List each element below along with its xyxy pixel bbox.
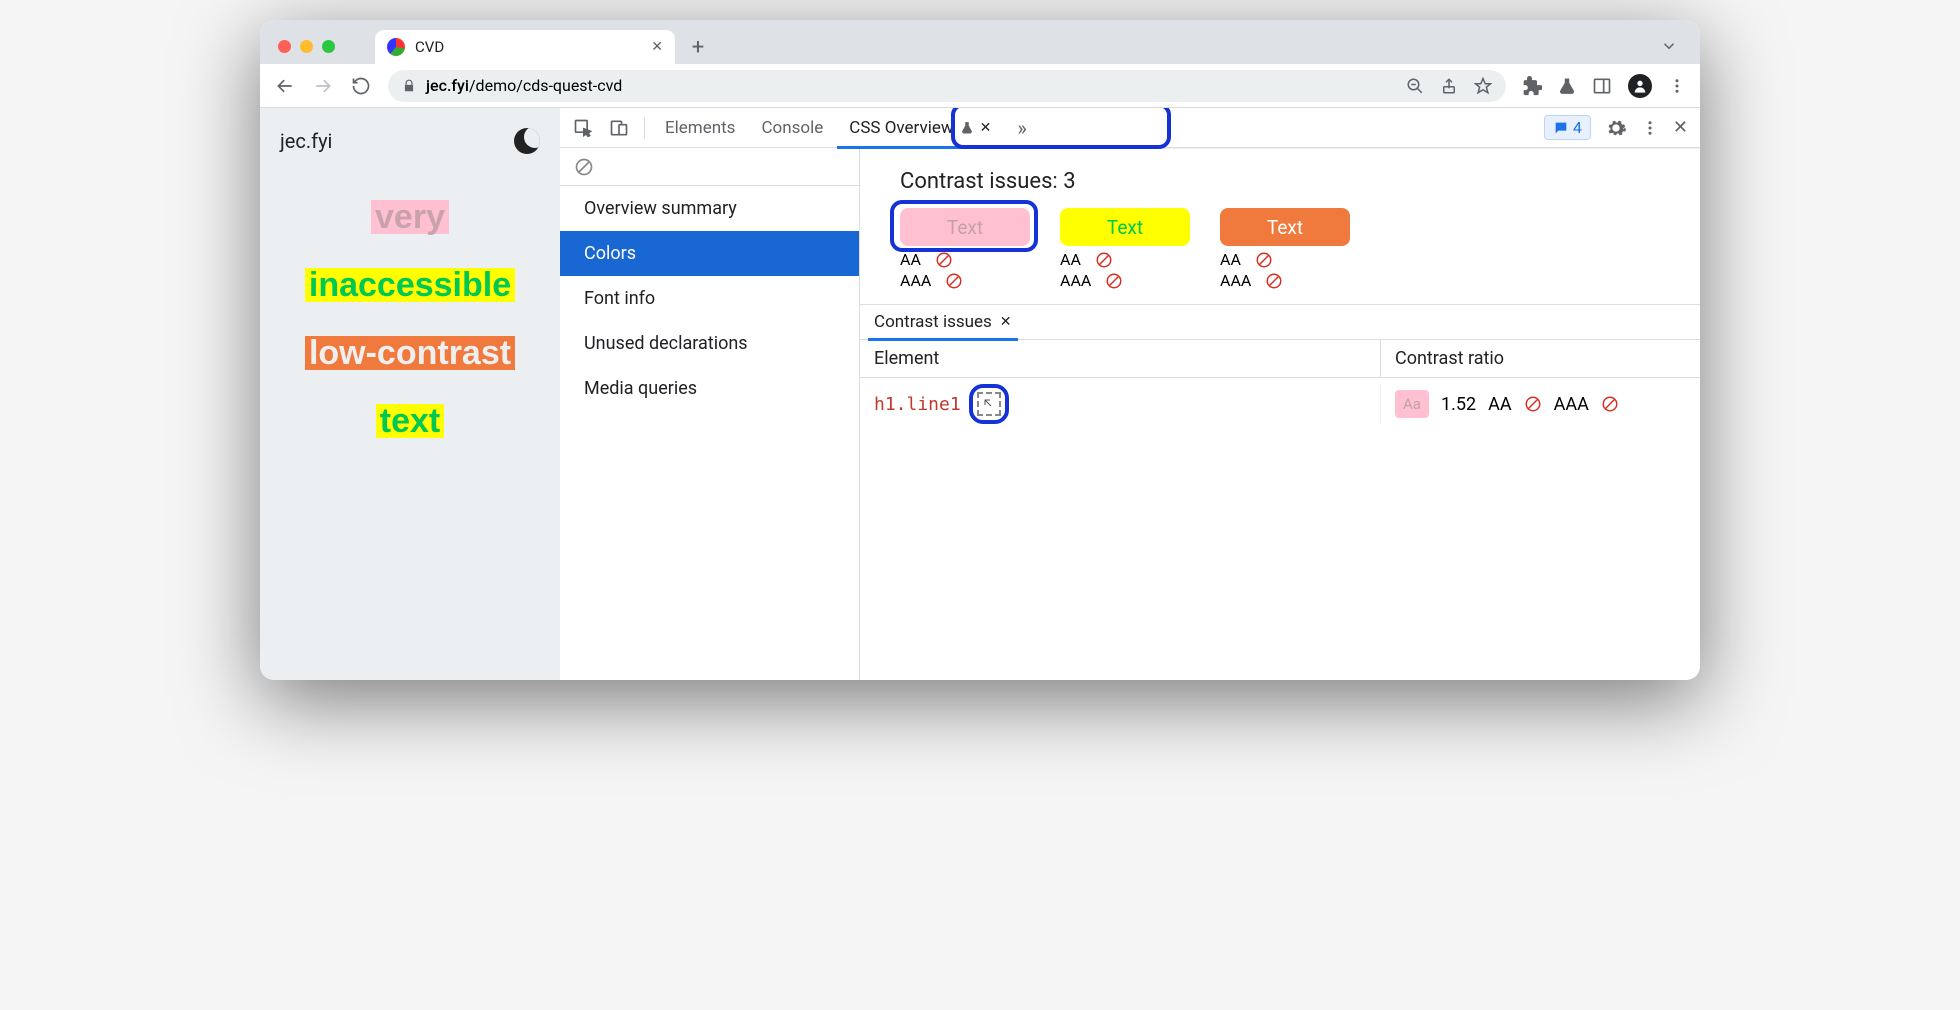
close-tab-icon[interactable]: ✕ <box>651 39 663 55</box>
fail-icon <box>1095 251 1113 269</box>
clear-icon[interactable] <box>574 157 594 177</box>
theme-toggle-icon[interactable] <box>514 128 540 154</box>
tab-title: CVD <box>415 38 641 56</box>
devtools-panel: Elements Console CSS Overview ✕ » 4 ✕ <box>560 108 1700 680</box>
sidebar-item-fontinfo[interactable]: Font info <box>560 276 859 321</box>
tab-css-overview[interactable]: CSS Overview ✕ <box>843 108 997 148</box>
page-preview: jec.fyi very inaccessible low-contrast t… <box>260 108 560 680</box>
bookmark-star-icon[interactable] <box>1474 77 1492 95</box>
th-ratio: Contrast ratio <box>1380 340 1700 377</box>
element-selector: h1.line1 <box>874 394 961 415</box>
tab-strip: CVD ✕ + <box>260 20 1700 64</box>
extensions-icon[interactable] <box>1522 76 1542 96</box>
url-text: jec.fyi/demo/cds-quest-cvd <box>426 76 622 95</box>
swatch-label: Text <box>1267 216 1303 239</box>
issues-table-header: Element Contrast ratio <box>860 340 1700 378</box>
lock-icon <box>402 79 416 93</box>
tab-more[interactable]: » <box>1011 108 1032 148</box>
address-bar[interactable]: jec.fyi/demo/cds-quest-cvd <box>388 70 1506 102</box>
contrast-issues-title: Contrast issues: 3 <box>860 148 1700 208</box>
subtab-contrast-issues[interactable]: Contrast issues ✕ <box>860 304 1026 340</box>
browser-window: CVD ✕ + jec.fyi/demo/cds-quest-cvd <box>260 20 1700 680</box>
demo-line-3: low-contrast <box>305 336 515 370</box>
fail-icon <box>1524 395 1542 413</box>
color-sample-icon: Aa <box>1395 390 1429 418</box>
demo-text-lines: very inaccessible low-contrast text <box>280 184 540 438</box>
console-messages-badge[interactable]: 4 <box>1544 115 1591 140</box>
demo-line-1: very <box>371 200 449 234</box>
fail-icon <box>1601 395 1619 413</box>
back-button[interactable] <box>274 75 296 97</box>
share-icon[interactable] <box>1440 77 1458 95</box>
toolbar: jec.fyi/demo/cds-quest-cvd <box>260 64 1700 108</box>
tab-elements[interactable]: Elements <box>659 108 741 148</box>
maximize-window-icon[interactable] <box>322 40 335 53</box>
kebab-menu-icon[interactable] <box>1641 119 1659 137</box>
close-subtab-icon[interactable]: ✕ <box>1000 314 1012 330</box>
contrast-subtab-bar: Contrast issues ✕ <box>860 304 1700 340</box>
browser-tab[interactable]: CVD ✕ <box>375 30 675 64</box>
contrast-swatch-1[interactable]: Text AA AAA <box>900 208 1030 290</box>
gear-icon[interactable] <box>1605 117 1627 139</box>
devtools-tabbar: Elements Console CSS Overview ✕ » 4 ✕ <box>560 108 1700 148</box>
fail-icon <box>935 251 953 269</box>
scroll-into-view-icon[interactable] <box>977 392 1001 416</box>
side-panel-icon[interactable] <box>1592 76 1612 96</box>
demo-line-4: text <box>376 404 444 438</box>
favicon-icon <box>387 38 405 56</box>
new-tab-button[interactable]: + <box>685 34 711 60</box>
demo-line-2: inaccessible <box>305 268 515 302</box>
content-area: jec.fyi very inaccessible low-contrast t… <box>260 108 1700 680</box>
close-devtools-icon[interactable]: ✕ <box>1673 117 1688 138</box>
annotation-highlight <box>969 384 1009 424</box>
sidebar-item-media[interactable]: Media queries <box>560 366 859 411</box>
sidebar-item-overview[interactable]: Overview summary <box>560 186 859 231</box>
site-name: jec.fyi <box>280 129 332 153</box>
zoom-icon[interactable] <box>1406 77 1424 95</box>
flask-icon <box>960 121 974 135</box>
fail-icon <box>1265 272 1283 290</box>
css-overview-sidebar: Overview summary Colors Font info Unused… <box>560 148 860 680</box>
window-controls <box>278 40 335 53</box>
fail-icon <box>1105 272 1123 290</box>
inspect-element-icon[interactable] <box>572 117 594 139</box>
contrast-ratio-value: 1.52 <box>1441 394 1476 415</box>
swatch-label: Text <box>1107 216 1143 239</box>
reload-button[interactable] <box>350 75 372 97</box>
swatch-label: Text <box>947 216 983 239</box>
forward-button[interactable] <box>312 75 334 97</box>
fail-icon <box>945 272 963 290</box>
tab-console[interactable]: Console <box>755 108 829 148</box>
th-element: Element <box>860 340 1380 377</box>
labs-icon[interactable] <box>1558 76 1576 96</box>
table-row[interactable]: h1.line1 Aa 1.52 AA <box>860 378 1700 430</box>
kebab-menu-icon[interactable] <box>1668 77 1686 95</box>
contrast-swatch-2[interactable]: Text AA AAA <box>1060 208 1190 290</box>
sidebar-item-unused[interactable]: Unused declarations <box>560 321 859 366</box>
close-tab-icon[interactable]: ✕ <box>980 120 992 136</box>
contrast-swatch-3[interactable]: Text AA AAA <box>1220 208 1350 290</box>
minimize-window-icon[interactable] <box>300 40 313 53</box>
close-window-icon[interactable] <box>278 40 291 53</box>
fail-icon <box>1255 251 1273 269</box>
css-overview-main: Contrast issues: 3 Text AA AAA Text <box>860 148 1700 680</box>
device-toggle-icon[interactable] <box>608 117 630 139</box>
tabs-overflow-icon[interactable] <box>1660 37 1688 55</box>
profile-avatar[interactable] <box>1628 74 1652 98</box>
sidebar-item-colors[interactable]: Colors <box>560 231 859 276</box>
